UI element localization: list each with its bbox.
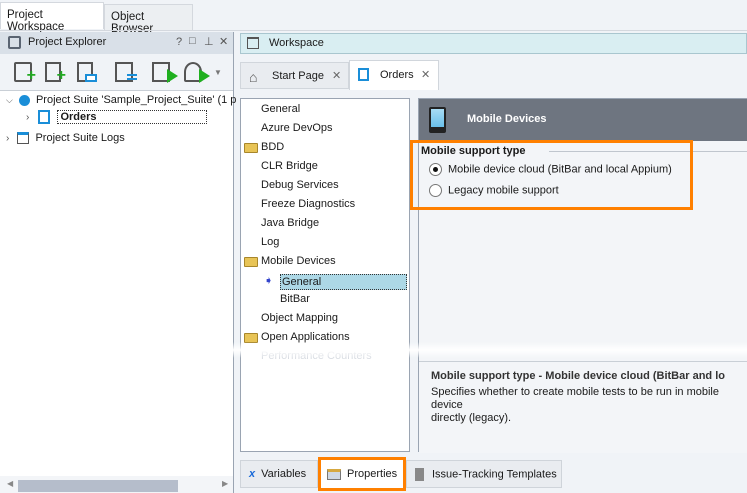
- divider: [0, 90, 233, 91]
- category-item[interactable]: Mobile Devices: [244, 255, 336, 267]
- tree-item-project-suite[interactable]: ⌵ Project Suite 'Sample_Project_Suite' (…: [6, 94, 236, 106]
- category-label: BitBar: [280, 293, 310, 305]
- properties-icon: [327, 468, 341, 480]
- tab-object-browser[interactable]: Object Browser: [104, 4, 193, 35]
- tab-issue-tracking-templates[interactable]: Issue-Tracking Templates: [406, 460, 562, 488]
- issue-tracking-icon: [415, 468, 424, 481]
- tab-label: Start Page: [272, 70, 324, 82]
- category-label: General: [261, 103, 301, 115]
- pin-button[interactable]: ⊥: [204, 35, 214, 48]
- arrow-right-icon: ➧: [264, 275, 274, 287]
- mobile-device-icon: [429, 107, 446, 133]
- tab-start-page[interactable]: ⌂ Start Page ✕: [240, 62, 349, 89]
- highlight-box: [410, 140, 693, 210]
- panel-title: Mobile Devices: [467, 113, 547, 125]
- project-suite-icon: [18, 94, 30, 106]
- workspace-title: Workspace: [269, 37, 324, 49]
- tab-label: Properties: [347, 468, 398, 480]
- tree-item-label: Orders: [57, 110, 208, 124]
- open-existing-icon[interactable]: [77, 62, 97, 82]
- workspace-header: Workspace: [240, 33, 747, 54]
- tab-label: Orders: [380, 69, 414, 81]
- category-item[interactable]: Debug Services: [261, 179, 339, 191]
- horizontal-scrollbar[interactable]: ◀ ▶: [0, 476, 233, 493]
- tab-label: Variables: [261, 468, 307, 480]
- maximize-button[interactable]: □: [189, 35, 196, 47]
- category-item[interactable]: Freeze Diagnostics: [261, 198, 355, 210]
- description-text: Specifies whether to create mobile tests…: [431, 386, 719, 411]
- close-button[interactable]: ✕: [219, 35, 228, 48]
- close-tab-icon[interactable]: ✕: [332, 69, 341, 82]
- tab-orders[interactable]: Orders ✕: [349, 60, 439, 90]
- close-tab-icon[interactable]: ✕: [421, 68, 430, 81]
- category-label: Mobile Devices: [261, 255, 336, 267]
- category-item[interactable]: General: [261, 103, 300, 115]
- category-item[interactable]: CLR Bridge: [261, 160, 318, 172]
- category-label: Java Bridge: [261, 217, 320, 229]
- project-explorer-panel: Project Explorer ? □ ⊥ ✕ + + ▼ ⌵ Project…: [0, 32, 236, 493]
- category-item[interactable]: Azure DevOps: [261, 122, 333, 134]
- chevron-right-icon[interactable]: ›: [26, 112, 29, 123]
- description-text: directly (legacy).: [431, 412, 512, 424]
- category-label: General: [280, 274, 407, 290]
- project-explorer-icon: [8, 36, 21, 49]
- tree-item-label: Project Suite 'Sample_Project_Suite' (1 …: [35, 94, 237, 106]
- tree-item-orders[interactable]: › Orders: [26, 110, 208, 125]
- description-title: Mobile support type - Mobile device clou…: [431, 370, 725, 382]
- category-label: Object Mapping: [261, 312, 339, 324]
- add-project-icon[interactable]: +: [14, 62, 36, 84]
- category-item[interactable]: Object Mapping: [261, 312, 338, 324]
- explorer-toolbar: + + ▼: [0, 54, 233, 90]
- category-item[interactable]: ➧ General: [264, 274, 407, 290]
- tab-properties[interactable]: Properties: [318, 457, 406, 491]
- scroll-right-icon[interactable]: ▶: [222, 479, 228, 488]
- category-label: Freeze Diagnostics: [261, 198, 356, 210]
- category-label: CLR Bridge: [261, 160, 318, 172]
- chevron-down-icon[interactable]: ⌵: [6, 95, 13, 105]
- dropdown-arrow-icon[interactable]: ▼: [214, 68, 222, 77]
- variables-icon: x: [249, 468, 256, 480]
- category-label: BDD: [261, 141, 285, 153]
- description-box: Mobile support type - Mobile device clou…: [419, 361, 747, 453]
- fade-overlay: [0, 342, 747, 358]
- category-label: Azure DevOps: [261, 122, 333, 134]
- category-label: Log: [261, 236, 280, 248]
- tab-label: Issue-Tracking Templates: [432, 468, 557, 481]
- tab-variables[interactable]: x Variables: [240, 460, 318, 488]
- help-button[interactable]: ?: [176, 36, 182, 48]
- category-label: Debug Services: [261, 179, 339, 191]
- scroll-left-icon[interactable]: ◀: [7, 479, 13, 488]
- divider: [0, 30, 747, 31]
- scrollbar-thumb[interactable]: [18, 480, 178, 492]
- tab-project-workspace[interactable]: Project Workspace: [0, 2, 104, 33]
- folder-icon: [244, 143, 258, 153]
- tree-item-project-suite-logs[interactable]: › Project Suite Logs: [6, 132, 125, 145]
- run-suite-icon[interactable]: [184, 62, 210, 83]
- chevron-right-icon[interactable]: ›: [6, 133, 9, 144]
- category-item[interactable]: BDD: [244, 141, 285, 153]
- logs-icon: [17, 132, 30, 145]
- category-item[interactable]: Java Bridge: [261, 217, 319, 229]
- panel-title: Project Explorer: [28, 36, 107, 48]
- run-project-icon[interactable]: [152, 62, 178, 83]
- home-icon: ⌂: [249, 69, 258, 85]
- category-item[interactable]: Log: [261, 236, 279, 248]
- category-list[interactable]: General Azure DevOps BDD CLR Bridge Debug Se…: [240, 98, 410, 452]
- category-item[interactable]: BitBar: [280, 293, 310, 305]
- project-icon: [358, 68, 369, 81]
- folder-icon: [244, 257, 258, 267]
- panel-header: Mobile Devices: [419, 99, 747, 141]
- workspace-icon: [247, 37, 259, 49]
- tree-item-label: Project Suite Logs: [35, 132, 125, 144]
- project-icon: [38, 110, 51, 125]
- add-item-icon[interactable]: +: [45, 62, 66, 84]
- project-properties-icon[interactable]: [115, 62, 137, 82]
- explorer-header: Project Explorer ? □ ⊥ ✕: [0, 32, 233, 54]
